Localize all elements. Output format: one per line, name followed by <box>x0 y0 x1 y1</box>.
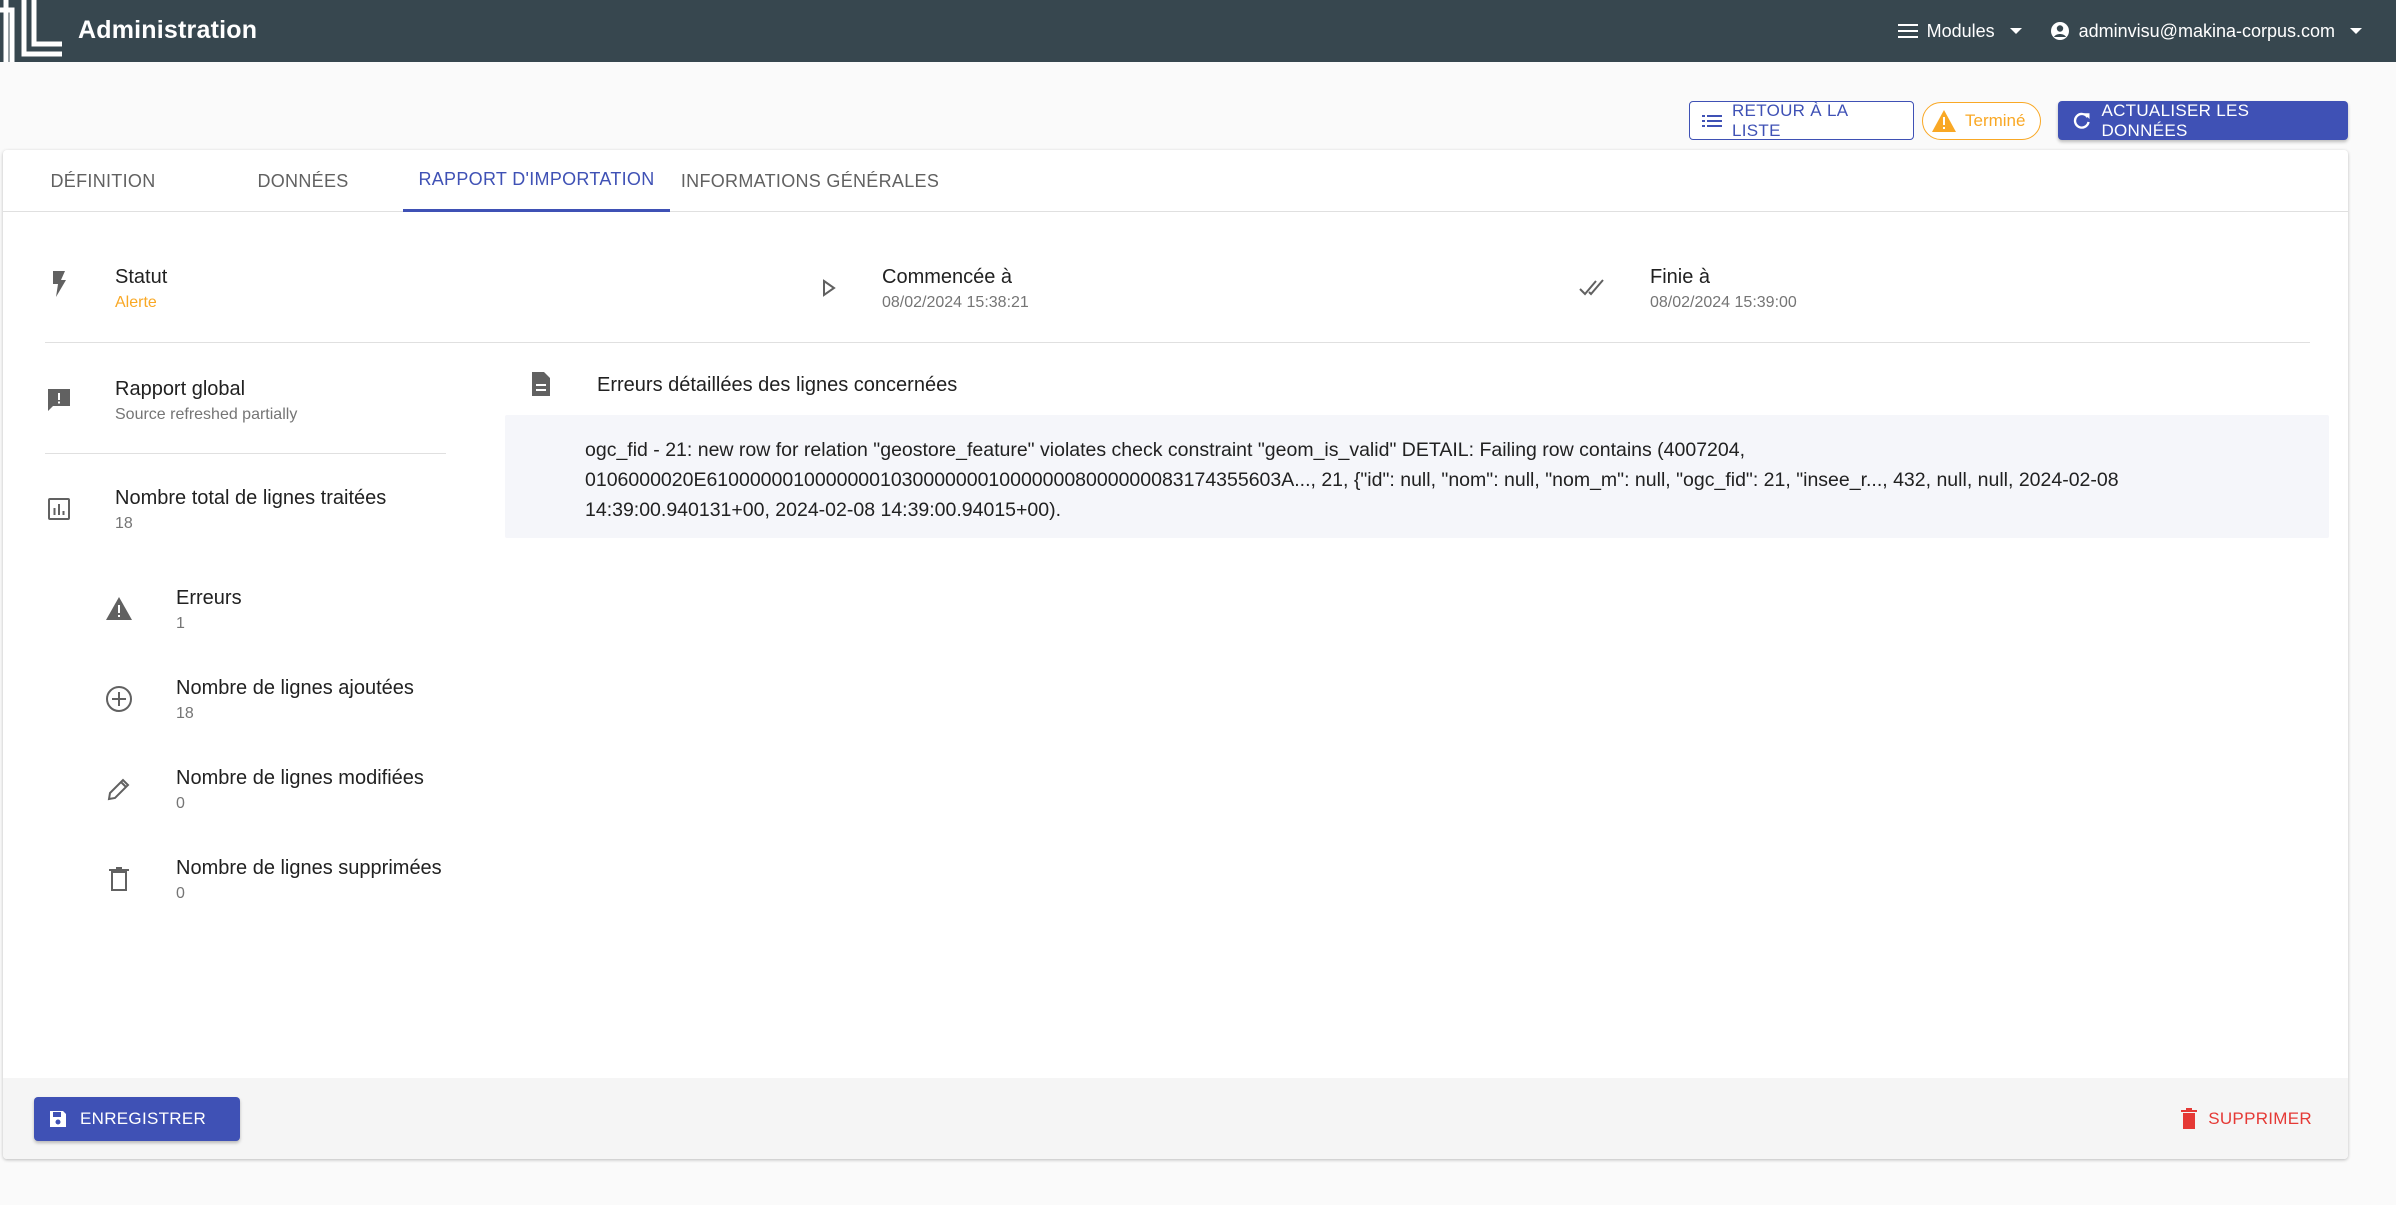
total-lines-value: 18 <box>115 515 133 532</box>
divider <box>45 342 2310 343</box>
tab-informations-generales[interactable]: INFORMATIONS GÉNÉRALES <box>670 150 950 212</box>
divider <box>45 453 446 454</box>
finished-title: Finie à <box>1650 266 1711 288</box>
delete-label: SUPPRIMER <box>2208 1109 2312 1128</box>
error-line: 0106000020E61000000100000001030000000100… <box>585 469 2119 491</box>
save-label: ENREGISTRER <box>80 1109 207 1128</box>
back-to-list-label: RETOUR À LA LISTE <box>1731 100 1848 140</box>
trash-icon <box>2181 1108 2198 1129</box>
details-title: Erreurs détaillées des lignes concernées <box>597 374 958 396</box>
errors-title: Erreurs <box>176 587 242 609</box>
modified-lines-value: 0 <box>176 795 185 812</box>
chevron-down-icon <box>2009 28 2022 34</box>
modules-label: Modules <box>1926 20 1995 41</box>
tab-rapport-importation[interactable]: RAPPORT D'IMPORTATION <box>403 150 670 212</box>
refresh-data-button[interactable]: ACTUALISER LES DONNÉES <box>2058 101 2348 140</box>
app-bar: Administration Modules adminvisu@makina-… <box>0 0 2396 62</box>
user-menu-button[interactable]: adminvisu@makina-corpus.com <box>2050 21 2362 42</box>
menu-icon <box>1897 24 1918 38</box>
app-title: Administration <box>78 16 258 44</box>
play-icon <box>823 279 836 297</box>
error-line: ogc_fid - 21: new row for relation "geos… <box>585 439 1746 461</box>
status-title: Statut <box>115 266 168 288</box>
card-footer: ENREGISTRER SUPPRIMER <box>3 1078 2348 1159</box>
added-lines-title: Nombre de lignes ajoutées <box>176 677 414 699</box>
started-title: Commencée à <box>882 266 1013 288</box>
chevron-down-icon <box>2350 28 2362 34</box>
tab-definition[interactable]: DÉFINITION <box>3 150 203 212</box>
trash-icon <box>109 867 129 891</box>
modified-lines-title: Nombre de lignes modifiées <box>176 767 424 789</box>
pencil-icon <box>107 778 130 801</box>
error-details-box: ogc_fid - 21: new row for relation "geos… <box>505 415 2329 538</box>
import-card: DÉFINITION DONNÉES RAPPORT D'IMPORTATION… <box>3 150 2348 1159</box>
list-icon <box>1702 114 1722 127</box>
delete-button[interactable]: SUPPRIMER <box>2180 1108 2312 1130</box>
started-value: 08/02/2024 15:38:21 <box>882 294 1029 311</box>
save-button[interactable]: ENREGISTRER <box>34 1097 240 1141</box>
total-lines-title: Nombre total de lignes traitées <box>115 487 387 509</box>
status-chip: Terminé <box>1922 102 2041 140</box>
chart-box-icon <box>48 498 70 520</box>
refresh-data-label: ACTUALISER LES DONNÉES <box>2101 100 2250 140</box>
account-circle-icon <box>2050 22 2069 40</box>
deleted-lines-value: 0 <box>176 885 185 902</box>
global-report-title: Rapport global <box>115 378 246 400</box>
refresh-icon <box>2073 112 2090 129</box>
app-logo[interactable] <box>0 0 62 62</box>
save-icon <box>50 1111 66 1127</box>
tabs-bar: DÉFINITION DONNÉES RAPPORT D'IMPORTATION… <box>3 150 2348 212</box>
status-chip-label: Terminé <box>1965 111 2026 130</box>
modules-menu-button[interactable]: Modules <box>1897 20 2022 42</box>
feedback-icon <box>48 389 70 411</box>
back-to-list-button[interactable]: RETOUR À LA LISTE <box>1689 101 1914 140</box>
errors-value: 1 <box>176 615 185 632</box>
flash-icon <box>53 271 66 297</box>
added-lines-value: 18 <box>176 705 194 722</box>
user-label: adminvisu@makina-corpus.com <box>2078 20 2335 41</box>
error-line: 14:39:00.940131+00, 2024-02-08 14:39:00.… <box>585 499 1062 521</box>
tab-donnees[interactable]: DONNÉES <box>203 150 403 212</box>
done-all-icon <box>1579 279 1604 296</box>
warning-icon <box>1932 110 1956 132</box>
add-circle-icon <box>106 686 132 712</box>
global-report-value: Source refreshed partially <box>115 406 298 423</box>
finished-value: 08/02/2024 15:39:00 <box>1650 294 1797 311</box>
status-value: Alerte <box>115 294 157 311</box>
document-icon <box>532 372 550 396</box>
warning-icon <box>106 597 132 620</box>
deleted-lines-title: Nombre de lignes supprimées <box>176 857 442 879</box>
